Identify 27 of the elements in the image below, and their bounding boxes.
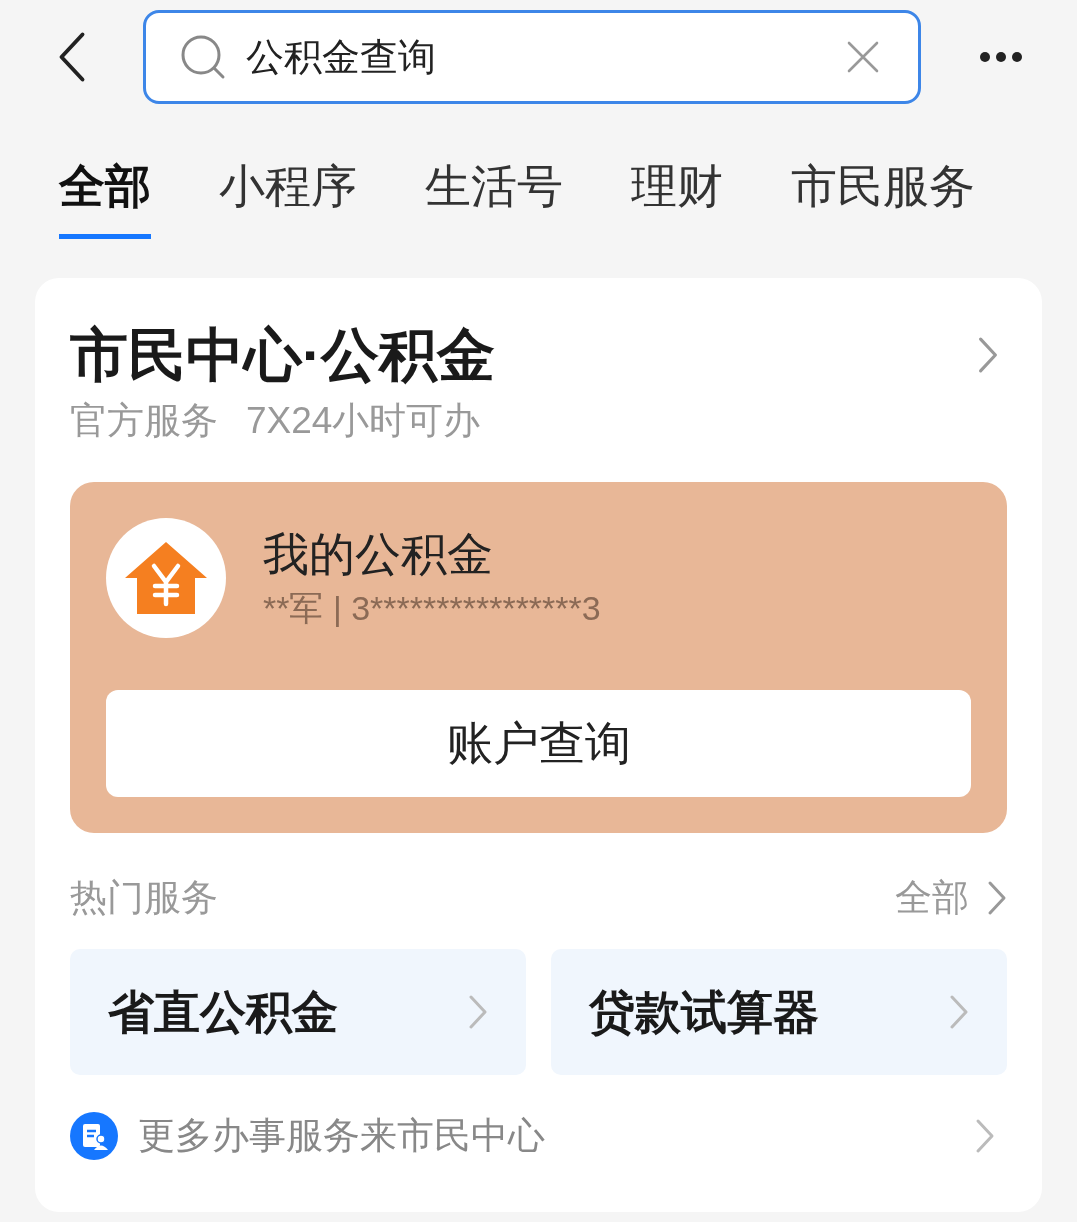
card-title: 市民中心·公积金 <box>70 321 496 389</box>
chevron-right-icon <box>949 994 969 1030</box>
more-icon[interactable] <box>979 51 1023 63</box>
tab[interactable]: 理财 <box>631 158 723 239</box>
service-tile[interactable]: 贷款试算器 <box>551 949 1007 1075</box>
service-tile[interactable]: 省直公积金 <box>70 949 526 1075</box>
chevron-right-icon <box>987 880 1007 916</box>
section-title: 热门服务 <box>70 876 218 920</box>
search-icon <box>180 34 226 80</box>
service-tag: 官方服务 <box>70 396 218 446</box>
tab[interactable]: 小程序 <box>219 158 357 239</box>
tab[interactable]: 市民服务 <box>791 158 975 239</box>
account-details: **军 | 3****************3 <box>263 588 601 629</box>
clear-icon[interactable] <box>846 40 880 74</box>
search-text: 公积金查询 <box>246 34 437 80</box>
back-icon <box>57 30 87 84</box>
account-title: 我的公积金 <box>263 527 494 582</box>
search-field[interactable]: 公积金查询 <box>143 10 921 104</box>
service-tag: 7X24小时可办 <box>246 396 481 446</box>
tab[interactable]: 全部 <box>59 158 151 239</box>
chevron-right-icon <box>977 336 999 374</box>
document-user-icon <box>70 1112 118 1160</box>
footer-link[interactable]: 更多办事服务来市民中心 <box>138 1111 975 1161</box>
chevron-right-icon <box>468 994 488 1030</box>
tab[interactable]: 生活号 <box>425 158 563 239</box>
chevron-right-icon <box>975 1118 995 1154</box>
account-query-button[interactable]: 账户查询 <box>106 690 971 797</box>
